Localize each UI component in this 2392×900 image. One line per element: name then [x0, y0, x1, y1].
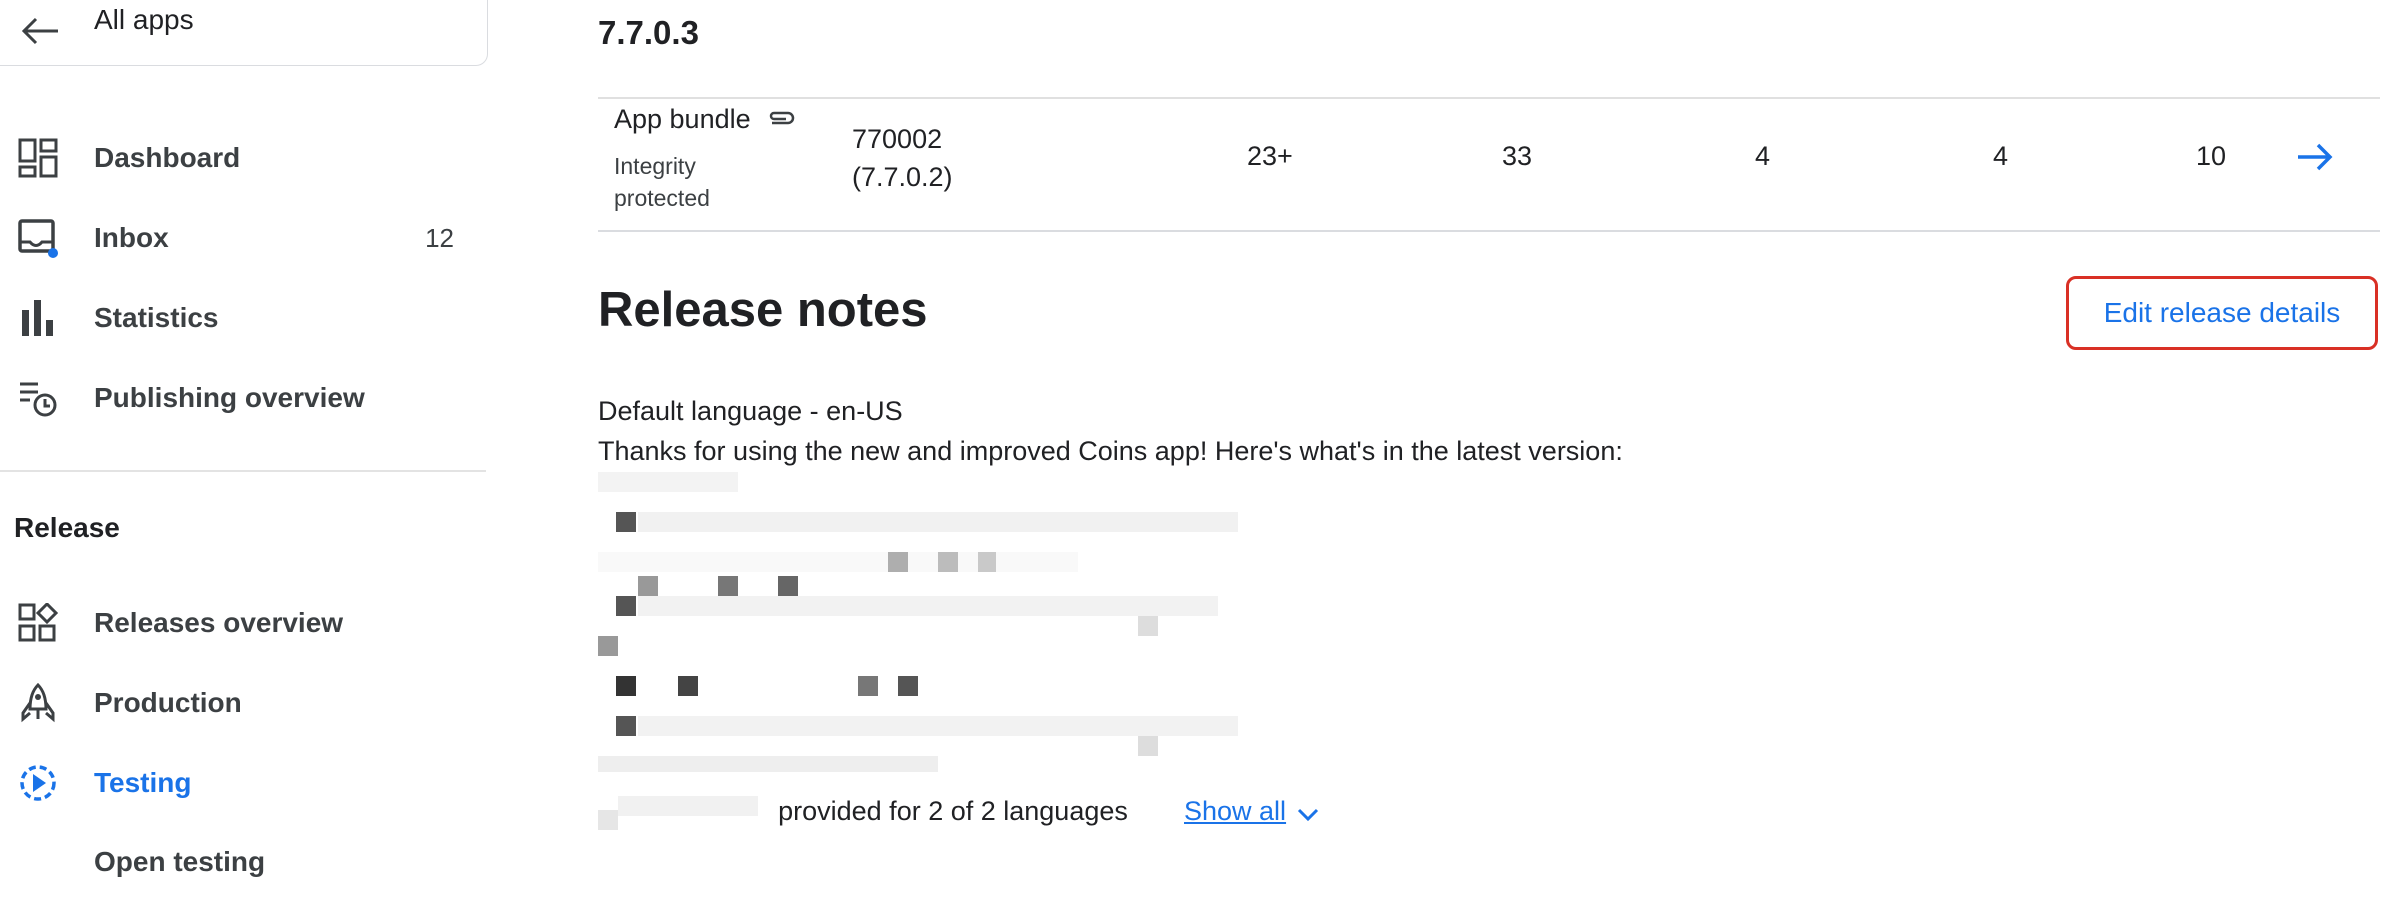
features-cell: 10 [2196, 141, 2227, 171]
default-language-label: Default language - en-US [598, 396, 903, 426]
edit-release-details-button[interactable]: Edit release details [2066, 276, 2378, 350]
testing-icon [20, 765, 56, 801]
screen-layouts-cell: 33 [1502, 141, 1533, 171]
integrity-protected-label: Integrity protected [614, 153, 710, 211]
version-code: 770002 (7.7.0.2) [852, 120, 953, 196]
sidebar-divider [0, 470, 486, 472]
templates-cell: 4 [1993, 141, 2009, 171]
sidebar-item-label: Publishing overview [94, 382, 365, 413]
all-apps-button[interactable]: All apps [0, 0, 488, 66]
inbox-count-badge: 12 [425, 222, 454, 253]
bar-chart-icon [22, 300, 53, 336]
sidebar-item-dashboard[interactable]: Dashboard [0, 128, 490, 188]
sidebar: All apps Dashboard Inbox 12 Statistics P… [0, 0, 490, 900]
chevron-down-icon[interactable] [1296, 806, 1320, 824]
schedule-icon [20, 382, 57, 417]
sidebar-item-label: Statistics [94, 302, 219, 333]
arrow-forward-icon[interactable] [2294, 140, 2336, 174]
main-content: 7.7.0.3 App bundle Integrity protected 7… [598, 0, 2380, 900]
sidebar-item-statistics[interactable]: Statistics [0, 288, 490, 348]
version-code-number: 770002 [852, 124, 943, 154]
dashboard-icon [18, 138, 58, 178]
releases-icon [18, 603, 58, 642]
divider [598, 97, 2380, 99]
arrow-back-icon [21, 17, 58, 45]
sidebar-item-label: Production [94, 687, 242, 718]
abis-cell: 4 [1755, 141, 1771, 171]
api-level-cell: 23+ [1247, 141, 1293, 171]
bundle-type-label: App bundle [614, 104, 751, 134]
sidebar-item-production[interactable]: Production [0, 673, 490, 733]
release-version-name: 7.7.0.3 [598, 14, 699, 51]
sidebar-item-releases-overview[interactable]: Releases overview [0, 593, 490, 653]
attachment-icon [769, 111, 795, 125]
sidebar-item-label: Testing [94, 767, 192, 798]
sidebar-item-publishing-overview[interactable]: Publishing overview [0, 368, 490, 428]
sidebar-item-inbox[interactable]: Inbox 12 [0, 208, 490, 268]
release-notes-title: Release notes [598, 283, 928, 337]
sidebar-item-open-testing[interactable]: Open testing [94, 846, 265, 878]
version-code-name: (7.7.0.2) [852, 162, 953, 192]
show-all-link[interactable]: Show all [1184, 796, 1286, 827]
redacted-footer-text [598, 790, 778, 830]
inbox-icon [18, 219, 58, 258]
all-apps-label: All apps [94, 4, 194, 35]
sidebar-item-label: Releases overview [94, 607, 344, 638]
sidebar-item-label: Dashboard [94, 142, 241, 173]
divider [598, 230, 2380, 232]
rocket-icon [21, 683, 55, 723]
sidebar-item-testing[interactable]: Testing [0, 753, 490, 813]
sidebar-item-label: Inbox [94, 222, 169, 253]
release-notes-intro: Thanks for using the new and improved Co… [598, 436, 1623, 466]
sidebar-section-release: Release [14, 512, 120, 543]
redacted-release-notes [598, 472, 1238, 772]
